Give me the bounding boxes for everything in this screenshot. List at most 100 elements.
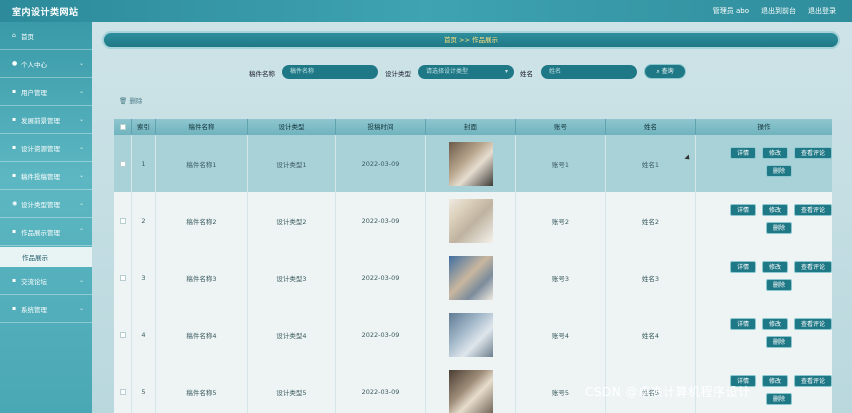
- chevron-down-icon: ⌄: [78, 172, 84, 179]
- search-icon: ⌕: [656, 68, 660, 75]
- grid-icon: ▪: [12, 228, 17, 235]
- cover-image[interactable]: [448, 255, 493, 300]
- user-icon: ●: [12, 60, 18, 67]
- detail-button[interactable]: 详情: [730, 204, 756, 216]
- breadcrumb: 首页 >> 作品展示: [102, 31, 840, 49]
- cell-cover: [426, 306, 516, 363]
- sidebar-item-works[interactable]: ▪ 作品展示管理 ⌃: [0, 218, 92, 246]
- sidebar-item-label: 稿件投稿管理: [21, 172, 60, 181]
- trash-icon: 🗑: [119, 97, 128, 105]
- row-select-cell[interactable]: [114, 135, 132, 192]
- cell-cover: [426, 192, 516, 249]
- sidebar-item-home[interactable]: ⌂ 首页: [0, 22, 92, 50]
- delete-button[interactable]: 删除: [766, 165, 792, 177]
- sidebar-item-label: 发展前景管理: [21, 116, 60, 125]
- chevron-down-icon: ⌄: [78, 277, 84, 284]
- sidebar-item-system[interactable]: ▪ 系统管理 ⌄: [0, 295, 92, 323]
- sidebar-item-profile[interactable]: ● 个人中心 ⌄: [0, 50, 92, 78]
- row-select-cell[interactable]: [114, 249, 132, 306]
- row-checkbox[interactable]: [119, 388, 126, 395]
- logout-link[interactable]: 退出登录: [808, 6, 836, 16]
- row-checkbox[interactable]: [119, 331, 126, 338]
- sidebar-item-label: 交流论坛: [21, 277, 47, 286]
- delete-button[interactable]: 删除: [766, 393, 792, 405]
- chevron-down-icon: ⌄: [78, 200, 84, 207]
- col-type: 设计类型: [248, 119, 336, 135]
- row-checkbox[interactable]: [119, 160, 126, 167]
- sidebar-item-resources[interactable]: ▪ 设计资源管理 ⌄: [0, 134, 92, 162]
- sidebar-item-label: 作品展示管理: [21, 228, 60, 237]
- sidebar-item-submissions[interactable]: ▪ 稿件投稿管理 ⌄: [0, 162, 92, 190]
- edit-button[interactable]: 修改: [762, 318, 788, 330]
- cell-index: 4: [132, 306, 156, 363]
- table-row: 2 稿件名称2 设计类型2 2022-03-09 账号2 姓名2 详情 修改 查…: [114, 192, 832, 249]
- sidebar-item-forum[interactable]: ▪ 交流论坛 ⌄: [0, 267, 92, 295]
- edit-button[interactable]: 修改: [762, 261, 788, 273]
- delete-button[interactable]: 删除: [766, 222, 792, 234]
- table-row: 4 稿件名称4 设计类型4 2022-03-09 账号4 姓名4 详情 修改 查…: [114, 306, 832, 363]
- sidebar-item-design-types[interactable]: ◉ 设计类型管理 ⌄: [0, 190, 92, 218]
- view-comments-button[interactable]: 查看评论: [794, 318, 832, 330]
- row-select-cell[interactable]: [114, 192, 132, 249]
- sidebar-item-label: 设计类型管理: [21, 200, 60, 209]
- search-button[interactable]: ⌕ 查询: [644, 64, 686, 79]
- select-all-cell[interactable]: [114, 119, 132, 135]
- grid-icon: ▪: [12, 277, 17, 284]
- cell-date: 2022-03-09: [336, 306, 426, 363]
- view-comments-button[interactable]: 查看评论: [794, 375, 832, 387]
- back-to-frontend-link[interactable]: 退出到前台: [761, 6, 796, 16]
- cover-image[interactable]: [448, 198, 493, 243]
- detail-button[interactable]: 详情: [730, 318, 756, 330]
- bulk-delete-button[interactable]: 🗑 删除: [119, 95, 142, 105]
- chevron-down-icon: ⌄: [78, 88, 84, 95]
- edit-button[interactable]: 修改: [762, 375, 788, 387]
- type-select[interactable]: 请选择设计类型: [418, 65, 514, 79]
- cell-name: 稿件名称4: [156, 306, 248, 363]
- row-checkbox[interactable]: [119, 217, 126, 224]
- table-header: 索引 稿件名称 设计类型 投稿时间 封面 账号 姓名 操作: [114, 119, 832, 135]
- sidebar: ⌂ 首页 ● 个人中心 ⌄ ▪ 用户管理 ⌄ ▪ 发展前景管理 ⌄ ▪ 设计资源…: [0, 22, 92, 413]
- sidebar-item-prospects[interactable]: ▪ 发展前景管理 ⌄: [0, 106, 92, 134]
- edit-button[interactable]: 修改: [762, 204, 788, 216]
- row-select-cell[interactable]: [114, 306, 132, 363]
- cell-cover: [426, 135, 516, 192]
- search-button-label: 查询: [661, 68, 674, 75]
- delete-button[interactable]: 删除: [766, 336, 792, 348]
- cell-date: 2022-03-09: [336, 135, 426, 192]
- select-all-checkbox[interactable]: [119, 124, 126, 130]
- detail-button[interactable]: 详情: [730, 261, 756, 273]
- row-select-cell[interactable]: [114, 363, 132, 413]
- cell-author: 姓名2: [606, 192, 696, 249]
- col-author: 姓名: [606, 119, 696, 135]
- col-account: 账号: [516, 119, 606, 135]
- edit-button[interactable]: 修改: [762, 147, 788, 159]
- sidebar-item-label: 设计资源管理: [21, 144, 60, 153]
- cover-image[interactable]: [448, 312, 493, 357]
- name-input[interactable]: 稿件名称: [282, 65, 378, 79]
- view-comments-button[interactable]: 查看评论: [794, 261, 832, 273]
- breadcrumb-home[interactable]: 首页: [444, 36, 457, 44]
- cover-image[interactable]: [448, 141, 493, 186]
- grid-icon: ▪: [12, 144, 17, 151]
- breadcrumb-separator: >>: [459, 36, 470, 44]
- cell-date: 2022-03-09: [336, 192, 426, 249]
- cover-image[interactable]: [448, 369, 493, 413]
- col-actions: 操作: [757, 123, 771, 131]
- row-checkbox[interactable]: [119, 274, 126, 281]
- pin-icon: ◉: [12, 200, 18, 207]
- author-input[interactable]: 姓名: [541, 65, 637, 79]
- sidebar-item-users[interactable]: ▪ 用户管理 ⌄: [0, 78, 92, 106]
- detail-button[interactable]: 详情: [730, 147, 756, 159]
- chevron-up-icon: ⌃: [78, 228, 84, 235]
- view-comments-button[interactable]: 查看评论: [794, 204, 832, 216]
- cell-type: 设计类型5: [248, 363, 336, 413]
- cell-date: 2022-03-09: [336, 363, 426, 413]
- delete-button[interactable]: 删除: [766, 279, 792, 291]
- cell-cover: [426, 249, 516, 306]
- cell-type: 设计类型3: [248, 249, 336, 306]
- cell-author: 姓名4: [606, 306, 696, 363]
- view-comments-button[interactable]: 查看评论: [794, 147, 832, 159]
- site-brand: 室内设计类网站: [12, 8, 79, 18]
- cell-name: 稿件名称1: [156, 135, 248, 192]
- sidebar-subitem-works-display[interactable]: 作品展示: [0, 247, 92, 267]
